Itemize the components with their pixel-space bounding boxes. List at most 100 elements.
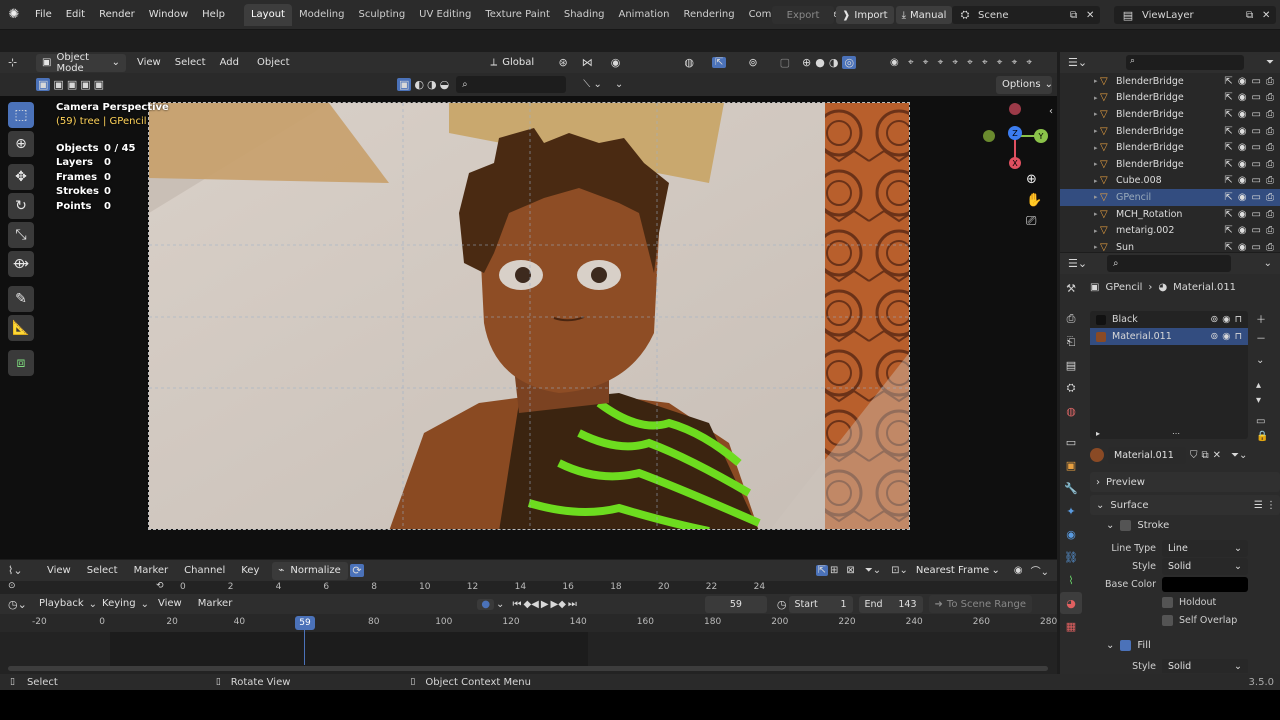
tab-animation[interactable]: Animation (612, 4, 677, 26)
eye-icon[interactable]: ◉ (1238, 92, 1247, 103)
gp-mode-icon-3[interactable]: ◑ (427, 78, 437, 91)
gp-mode-icon-4[interactable]: ◒ (440, 78, 450, 91)
expand-arrow-icon[interactable]: ▸ (1094, 227, 1098, 235)
select-toggle-icon[interactable]: ⇱ (1224, 126, 1232, 137)
options-button[interactable]: Options ⌄ (996, 75, 1053, 94)
normalize-toggle[interactable]: ⌁ Normalize (272, 561, 349, 580)
rotate-tool-icon[interactable]: ↻ (8, 193, 34, 219)
viewport-toggle-icon[interactable]: ▭ (1252, 92, 1261, 103)
expand-arrow-icon[interactable]: ▸ (1094, 210, 1098, 218)
gizmo-toggle-icon[interactable]: ⇱ (711, 57, 727, 68)
shading-wireframe-icon[interactable]: ⊕ (802, 56, 811, 69)
expand-arrow-icon[interactable]: ▸ (1094, 110, 1098, 118)
select-toggle-icon[interactable]: ⇱ (1224, 76, 1232, 87)
restrict-toggles[interactable]: ◉ ⌖ ⌖ ⌖ ⌖ ⌖ ⌖ ⌖ ⌖ ⌖ (890, 57, 1035, 68)
texture-tab-icon[interactable]: ▦ (1060, 615, 1082, 637)
snap-mode-icon[interactable]: ⊡⌄ (891, 565, 908, 576)
holdout-checkbox[interactable] (1162, 596, 1173, 608)
sidebar-toggle-icon[interactable]: ‹ (1049, 106, 1053, 117)
select-toggle-icon[interactable]: ⇱ (1224, 209, 1232, 220)
expand-arrow-icon[interactable]: ▸ (1094, 193, 1098, 201)
add-cube-tool-icon[interactable]: ⧈ (8, 350, 34, 376)
outliner-filter-icon[interactable]: ⏷ (1266, 57, 1274, 68)
timeline-scrollbar[interactable] (8, 666, 1048, 671)
select-toggle-icon[interactable]: ⇱ (1224, 142, 1232, 153)
select-toggle-icon[interactable]: ⇱ (1224, 109, 1232, 120)
eye-icon[interactable]: ◉ (1238, 242, 1247, 253)
jump-end-icon[interactable]: ⏭ (568, 599, 577, 610)
expand-arrow-icon[interactable]: ▸ (1094, 77, 1098, 85)
export-button[interactable]: Export (772, 6, 834, 24)
move-slot-up-icon[interactable]: ▴ (1256, 380, 1268, 391)
panel-list-icon[interactable]: ☰ ⋮ (1254, 500, 1276, 511)
viewport-toggle-icon[interactable]: ▭ (1252, 142, 1261, 153)
slot-view-icon[interactable]: ▭ (1256, 416, 1268, 427)
fill-checkbox[interactable] (1120, 639, 1132, 651)
navigation-gizmo[interactable]: Z Y X (978, 100, 1050, 172)
copy-viewlayer-icon[interactable]: ⧉ (1246, 10, 1262, 21)
gp-mode-icons[interactable]: ▣ (397, 78, 412, 91)
jump-start-icon[interactable]: ⏮ (512, 599, 521, 610)
viewport-toggle-icon[interactable]: ▭ (1252, 76, 1261, 87)
expand-arrow-icon[interactable]: ▸ (1094, 160, 1098, 168)
render-toggle-icon[interactable]: ⎙ (1266, 142, 1274, 153)
viewport-toggle-icon[interactable]: ▭ (1252, 242, 1261, 253)
modifier-tab-icon[interactable]: 🔧 (1060, 477, 1082, 499)
visibility-icon[interactable]: ◍ (684, 56, 694, 69)
select-toggle-icon[interactable]: ⇱ (1224, 92, 1232, 103)
eye-icon[interactable]: ◉ (1222, 314, 1230, 325)
outliner-row[interactable]: ▸ ▽ BlenderBridge ⇱ ◉ ▭ ⎙ (1060, 139, 1280, 156)
next-keyframe-icon[interactable]: ▶◆ (551, 599, 566, 610)
snap-mode-dropdown[interactable]: Nearest Frame ⌄ (909, 561, 1006, 580)
output-tab-icon[interactable]: ⎗ (1060, 331, 1082, 353)
timeline-area[interactable]: -200204060801001201401601802002202402602… (0, 614, 1057, 674)
select-toggle-icon[interactable]: ⇱ (1224, 192, 1232, 203)
select-invert-icon[interactable]: ▣ (80, 78, 90, 91)
render-toggle-icon[interactable]: ⎙ (1266, 92, 1274, 103)
outliner-row[interactable]: ▸ ▽ BlenderBridge ⇱ ◉ ▭ ⎙ (1060, 123, 1280, 140)
overlay-toggle-icon[interactable]: ⊚ (748, 56, 757, 69)
viewport-toggle-icon[interactable]: ▭ (1252, 192, 1261, 203)
shading-solid-icon[interactable]: ● (815, 56, 825, 69)
end-frame-field[interactable]: End 143 (858, 595, 923, 613)
show-errors-icon[interactable]: ⊠ (846, 565, 854, 576)
eye-icon[interactable]: ◉ (1238, 126, 1247, 137)
render-toggle-icon[interactable]: ⎙ (1266, 126, 1274, 137)
chevron-down-icon[interactable]: ⌄ (496, 599, 504, 610)
close-viewlayer-icon[interactable]: ✕ (1262, 10, 1276, 21)
lock-icon[interactable]: ⊓ (1235, 314, 1242, 325)
expand-arrow-icon[interactable]: ▸ (1094, 144, 1098, 152)
tool-tab-icon[interactable]: ⚒ (1060, 277, 1082, 299)
manual-button[interactable]: ⤓ Manual (895, 6, 953, 24)
menu-window[interactable]: Window (142, 0, 195, 30)
stroke-checkbox[interactable] (1120, 519, 1132, 531)
camera-view-icon[interactable]: ⎚ (1026, 214, 1042, 229)
falloff-icon[interactable]: ⌒⌄ (1031, 563, 1049, 578)
base-color-swatch[interactable] (1162, 576, 1248, 592)
viewlayer-selector[interactable]: ▤ ViewLayer ⧉ ✕ (1114, 6, 1276, 24)
measure-tool-icon[interactable]: 📐 (8, 315, 34, 341)
eye-icon[interactable]: ◉ (1238, 175, 1247, 186)
timeline-editor-icon[interactable]: ◷⌄ (8, 598, 34, 611)
3d-viewport[interactable]: Camera Perspective (59) tree | GPencil O… (0, 96, 1057, 559)
transform-orientation-dropdown[interactable]: ⟂ Global (484, 53, 549, 72)
viewport-toggle-icon[interactable]: ▭ (1252, 175, 1261, 186)
only-selected-icon[interactable]: ⇱ (815, 565, 828, 576)
material-slot[interactable]: Material.011 ⊚ ◉ ⊓ (1090, 328, 1248, 345)
viewport-toggle-icon[interactable]: ▭ (1252, 225, 1261, 236)
list-expand-icon[interactable]: ▸ (1096, 429, 1100, 438)
object-mode-dropdown[interactable]: ▣ Object Mode ⌄ (36, 52, 126, 74)
shading-rendered-icon[interactable]: ◎ (842, 56, 857, 69)
stopwatch-icon[interactable]: ◷ (777, 598, 787, 611)
render-toggle-icon[interactable]: ⎙ (1266, 209, 1274, 220)
playhead-marker[interactable]: 59 (295, 616, 315, 630)
stroke-subpanel-header[interactable]: ⌄ Stroke (1090, 515, 1280, 535)
data-tab-icon[interactable]: ⌇ (1060, 569, 1082, 591)
tab-texture-paint[interactable]: Texture Paint (478, 4, 557, 26)
render-toggle-icon[interactable]: ⎙ (1266, 225, 1274, 236)
eye-icon[interactable]: ◉ (1238, 76, 1247, 87)
outliner-row[interactable]: ▸ ▽ BlenderBridge ⇱ ◉ ▭ ⎙ (1060, 90, 1280, 107)
object-tab-icon[interactable]: ▣ (1060, 454, 1082, 476)
select-extend-icon[interactable]: ▣ (53, 78, 63, 91)
current-frame-field[interactable]: 59 (704, 595, 767, 613)
